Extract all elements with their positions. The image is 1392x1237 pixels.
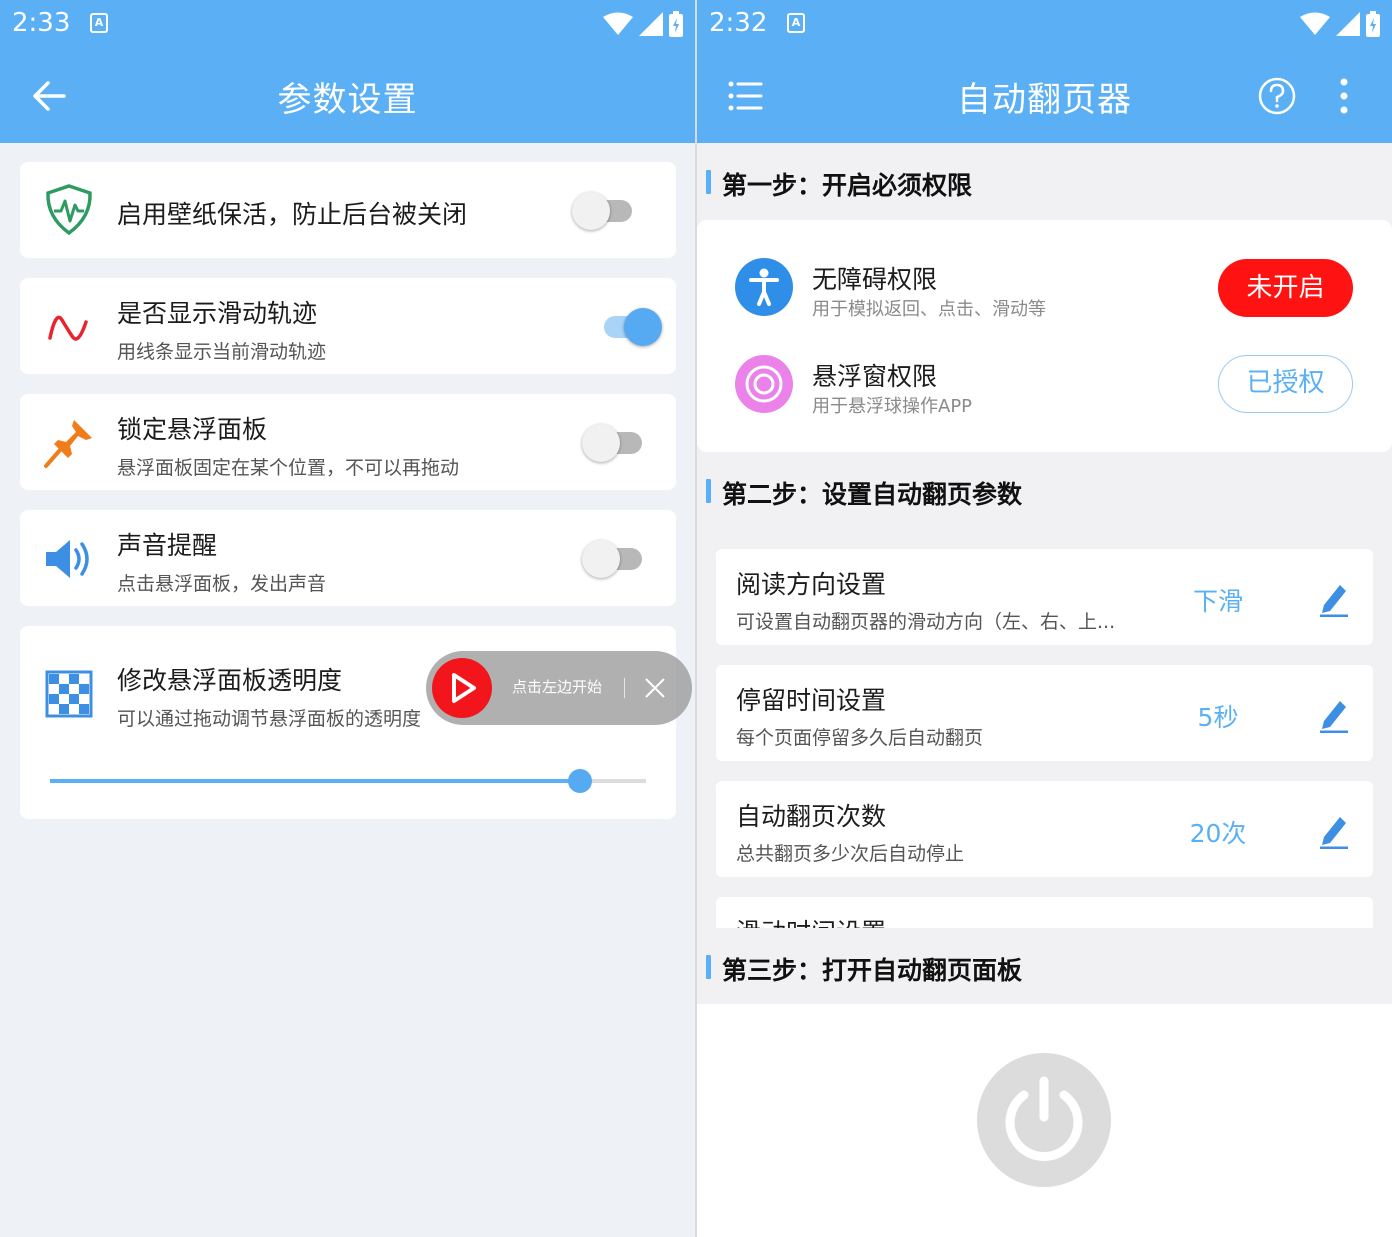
wave-icon xyxy=(48,315,88,341)
setting-title: 修改悬浮面板透明度 xyxy=(117,666,343,695)
param-title: 滑动时间设置 xyxy=(736,913,886,928)
status-time: 2:33 xyxy=(12,8,71,38)
section-marker xyxy=(706,170,711,194)
step1-label: 第一步：开启必须权限 xyxy=(722,171,973,200)
switch-thumb xyxy=(624,308,662,346)
close-icon[interactable] xyxy=(644,677,666,699)
setting-subtitle: 点击悬浮面板，发出声音 xyxy=(117,573,327,595)
app-bar: 参数设置 xyxy=(0,48,695,143)
edit-icon[interactable] xyxy=(1318,811,1350,849)
power-icon xyxy=(1005,1076,1083,1161)
notification-badge: A xyxy=(787,13,805,33)
step2-label: 第二步：设置自动翻页参数 xyxy=(722,480,1023,509)
play-button[interactable] xyxy=(432,658,492,718)
edit-icon[interactable] xyxy=(1318,695,1350,733)
float-panel-hint: 点击左边开始 xyxy=(512,678,603,696)
system-icons xyxy=(603,10,683,38)
play-icon xyxy=(452,673,476,703)
slider-fill xyxy=(50,779,581,783)
param-page-count[interactable]: 自动翻页次数 总共翻页多少次后自动停止 20次 xyxy=(716,781,1373,877)
cell-signal-icon xyxy=(1336,12,1360,36)
param-list-clip: 滑动时间设置 xyxy=(697,880,1392,928)
param-title: 停留时间设置 xyxy=(736,686,887,715)
float-panel-divider xyxy=(624,678,625,698)
system-icons xyxy=(1300,10,1380,38)
section-marker xyxy=(706,479,711,503)
param-stay-time[interactable]: 停留时间设置 每个页面停留多久后自动翻页 5秒 xyxy=(716,665,1373,761)
shield-pulse-icon xyxy=(46,184,92,236)
permission-subtitle: 用于悬浮球操作APP xyxy=(812,396,973,417)
auto-page-turner-screen: 2:32 A 自动翻页器 第一步：开启必须权限 无障碍权限 用于模拟返回、点击、… xyxy=(697,0,1392,1237)
power-area xyxy=(697,1004,1392,1237)
param-swipe-time[interactable]: 滑动时间设置 xyxy=(716,897,1373,928)
battery-icon xyxy=(1366,11,1380,37)
page-title: 参数设置 xyxy=(277,80,418,120)
switch-thumb xyxy=(582,540,620,578)
param-value: 20次 xyxy=(1189,819,1247,848)
help-icon[interactable] xyxy=(1257,76,1297,116)
swipe-track-switch[interactable] xyxy=(598,306,662,346)
target-rings-icon xyxy=(745,365,783,403)
status-bar: 2:32 A xyxy=(697,0,1392,48)
edit-icon[interactable] xyxy=(1318,579,1350,617)
setting-title: 是否显示滑动轨迹 xyxy=(117,299,318,328)
pin-icon xyxy=(44,420,92,468)
permission-subtitle: 用于模拟返回、点击、滑动等 xyxy=(812,299,1046,320)
speaker-icon xyxy=(46,540,89,578)
permission-title: 无障碍权限 xyxy=(812,265,938,294)
float-panel[interactable]: 点击左边开始 xyxy=(426,651,692,725)
step3-label: 第三步：打开自动翻页面板 xyxy=(722,956,1023,985)
setting-sound-alert[interactable]: 声音提醒 点击悬浮面板，发出声音 xyxy=(20,510,676,606)
switch-thumb xyxy=(572,192,610,230)
power-button[interactable] xyxy=(977,1053,1111,1187)
setting-subtitle: 可以通过拖动调节悬浮面板的透明度 xyxy=(117,708,422,730)
accessibility-icon xyxy=(735,258,793,316)
param-value: 下滑 xyxy=(1192,587,1243,616)
cell-signal-icon xyxy=(639,12,663,36)
status-bar: 2:33 A xyxy=(0,0,695,48)
param-reading-direction[interactable]: 阅读方向设置 可设置自动翻页器的滑动方向（左、右、上... 下滑 xyxy=(716,549,1373,645)
wifi-icon xyxy=(603,12,633,35)
setting-title: 锁定悬浮面板 xyxy=(117,415,268,444)
accessibility-enable-button[interactable]: 未开启 xyxy=(1218,259,1353,317)
permission-list: 无障碍权限 用于模拟返回、点击、滑动等 未开启 悬浮窗权限 用于悬浮球操作APP… xyxy=(697,220,1392,452)
wifi-icon xyxy=(1300,12,1330,35)
param-subtitle: 可设置自动翻页器的滑动方向（左、右、上... xyxy=(736,611,1116,633)
status-time: 2:32 xyxy=(709,8,768,38)
step3-header: 第三步：打开自动翻页面板 xyxy=(697,940,1392,994)
setting-wallpaper-keepalive[interactable]: 启用壁纸保活，防止后台被关闭 xyxy=(20,162,676,258)
lock-panel-switch[interactable] xyxy=(582,422,646,462)
sound-alert-switch[interactable] xyxy=(582,538,646,578)
setting-title: 声音提醒 xyxy=(117,531,218,560)
switch-thumb xyxy=(582,424,620,462)
param-title: 阅读方向设置 xyxy=(736,570,887,599)
permission-title: 悬浮窗权限 xyxy=(812,362,938,391)
overlay-granted-button[interactable]: 已授权 xyxy=(1218,355,1353,413)
more-vertical-icon[interactable] xyxy=(1334,76,1354,116)
param-subtitle: 总共翻页多少次后自动停止 xyxy=(736,843,965,865)
setting-subtitle: 用线条显示当前滑动轨迹 xyxy=(117,341,327,363)
setting-show-swipe-track[interactable]: 是否显示滑动轨迹 用线条显示当前滑动轨迹 xyxy=(20,278,676,374)
param-subtitle: 每个页面停留多久后自动翻页 xyxy=(736,727,984,749)
notification-badge: A xyxy=(90,13,108,33)
setting-subtitle: 悬浮面板固定在某个位置，不可以再拖动 xyxy=(117,457,460,479)
param-title: 自动翻页次数 xyxy=(736,802,887,831)
section-marker xyxy=(706,955,711,979)
opacity-slider[interactable] xyxy=(50,769,646,793)
setting-title: 启用壁纸保活，防止后台被关闭 xyxy=(117,200,468,229)
settings-screen: 2:33 A 参数设置 启用壁纸保活，防止后台被关闭 是否显示滑动轨迹 用线条显 xyxy=(0,0,695,1237)
battery-icon xyxy=(669,11,683,37)
overlay-permission-icon xyxy=(735,355,793,413)
step1-header: 第一步：开启必须权限 xyxy=(697,155,1392,209)
setting-lock-float-panel[interactable]: 锁定悬浮面板 悬浮面板固定在某个位置，不可以再拖动 xyxy=(20,394,676,490)
step2-header: 第二步：设置自动翻页参数 xyxy=(697,464,1392,518)
app-bar: 自动翻页器 xyxy=(697,48,1392,143)
wallpaper-keepalive-switch[interactable] xyxy=(572,190,636,230)
param-value: 5秒 xyxy=(1197,703,1239,732)
checkerboard-icon xyxy=(45,670,93,718)
accessibility-figure-icon xyxy=(749,268,779,306)
